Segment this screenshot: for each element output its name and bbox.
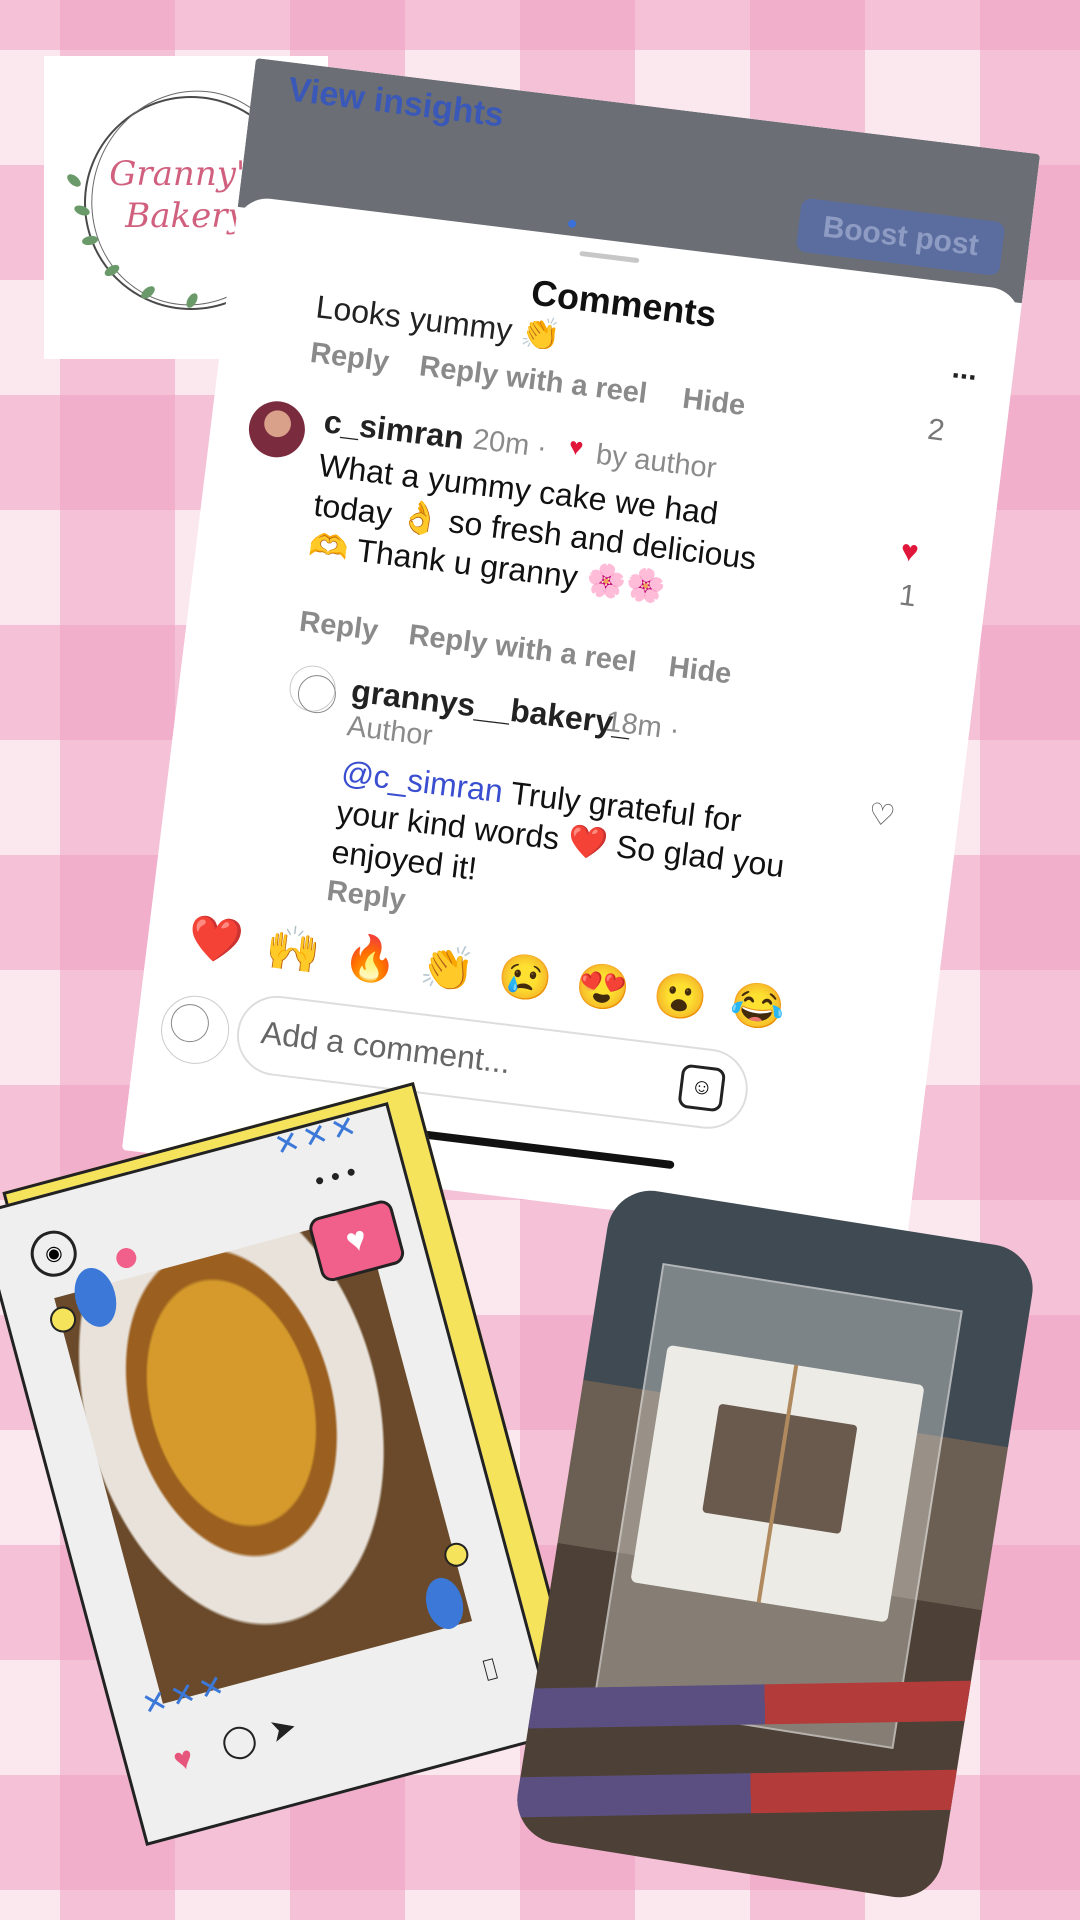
- reply-button[interactable]: Reply: [325, 875, 407, 917]
- more-options-icon[interactable]: ...: [950, 351, 979, 388]
- carousel-indicator: [567, 219, 577, 229]
- more-options-icon: • • •: [311, 1156, 360, 1197]
- cake-photo: [54, 1215, 473, 1704]
- reply-with-reel-button[interactable]: Reply with a reel: [407, 619, 638, 680]
- comment-time: 20m ·: [471, 423, 549, 465]
- avatar[interactable]: [286, 662, 339, 715]
- liked-by-author-label: by author: [594, 438, 719, 486]
- profile-icon: ◉: [25, 1225, 82, 1282]
- reaction-fire[interactable]: 🔥: [340, 932, 400, 988]
- heart-filled-icon: ♥: [567, 433, 585, 462]
- heart-badge-icon: ♥: [306, 1197, 407, 1284]
- reaction-clap[interactable]: 👏: [418, 941, 478, 997]
- comments-screenshot: View insights Boost post Comments ... Lo…: [121, 58, 1041, 1247]
- reaction-heart[interactable]: ❤️: [185, 912, 245, 968]
- comment-icon: ◯: [216, 1718, 261, 1763]
- heart-outline-icon[interactable]: ♡: [866, 796, 897, 834]
- comments-sheet: Comments ... Looks yummy 👏 Reply Reply w…: [121, 194, 1024, 1247]
- heart-filled-icon[interactable]: ♥: [899, 534, 921, 570]
- post-frame: ◉ • • • ✕✕✕ ♥ ✕✕✕ ♥ ◯ ➤ ⌷: [0, 1102, 558, 1846]
- hide-button[interactable]: Hide: [681, 383, 747, 423]
- reaction-surprised[interactable]: 😮: [650, 970, 710, 1026]
- view-insights-link[interactable]: View insights: [286, 70, 506, 135]
- avatar: [157, 991, 234, 1068]
- comment-input-placeholder: Add a comment...: [259, 1014, 513, 1081]
- sticker-icon[interactable]: ☺: [677, 1063, 727, 1113]
- boost-post-button[interactable]: Boost post: [795, 197, 1006, 277]
- reply-with-reel-button[interactable]: Reply with a reel: [418, 350, 649, 411]
- rope-decoration: [511, 1768, 1012, 1818]
- blob-decoration: [114, 1245, 139, 1271]
- rope-decoration: [511, 1679, 1026, 1729]
- reaction-laughing[interactable]: 😂: [727, 979, 787, 1035]
- reaction-heart-eyes[interactable]: 😍: [572, 960, 633, 1016]
- hide-button[interactable]: Hide: [667, 651, 733, 691]
- send-icon: ➤: [265, 1707, 301, 1750]
- reaction-raised-hands[interactable]: 🙌: [263, 922, 323, 978]
- reply-button[interactable]: Reply: [298, 606, 380, 648]
- like-count: 1: [897, 578, 918, 614]
- save-icon: ⌷: [477, 1652, 504, 1689]
- reaction-crying[interactable]: 😢: [495, 951, 555, 1007]
- sheet-grab-handle[interactable]: [579, 250, 640, 264]
- heart-icon: ♥: [169, 1738, 198, 1779]
- like-count: 2: [925, 412, 947, 448]
- cake-box-photo: [511, 1184, 1039, 1904]
- cake-box: [630, 1344, 925, 1623]
- reply-button[interactable]: Reply: [308, 337, 391, 379]
- avatar[interactable]: [245, 398, 309, 461]
